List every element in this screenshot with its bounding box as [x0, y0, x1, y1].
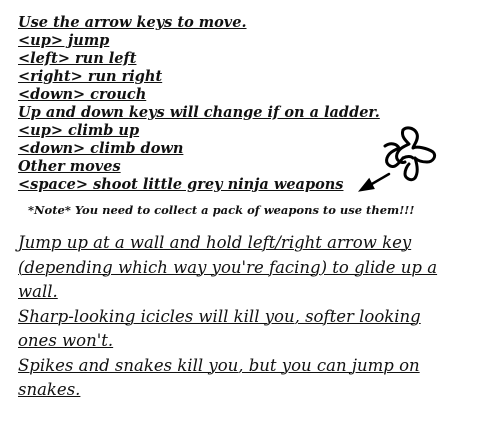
controls-intro: Use the arrow keys to move.: [18, 14, 247, 31]
weapons-note: *Note* You need to collect a pack of wea…: [28, 203, 415, 217]
ladder-intro: Up and down keys will change if on a lad…: [18, 104, 380, 121]
gameplay-tips: Jump up at a wall and hold left/right ar…: [18, 231, 458, 403]
arrow-icon: [357, 172, 391, 192]
tip-wall-glide: Jump up at a wall and hold left/right ar…: [18, 233, 438, 301]
control-left-run: <left> run left: [18, 50, 137, 67]
tip-spikes-snakes: Spikes and snakes kill you, but you can …: [18, 355, 420, 400]
control-down-crouch: <down> crouch: [18, 86, 147, 103]
ninja-star-icon: [383, 126, 437, 182]
tip-icicles: Sharp-looking icicles will kill you, sof…: [18, 306, 421, 351]
control-right-run: <right> run right: [18, 68, 163, 85]
control-up-jump: <up> jump: [18, 32, 110, 49]
ninja-star-illustration: [357, 126, 437, 192]
